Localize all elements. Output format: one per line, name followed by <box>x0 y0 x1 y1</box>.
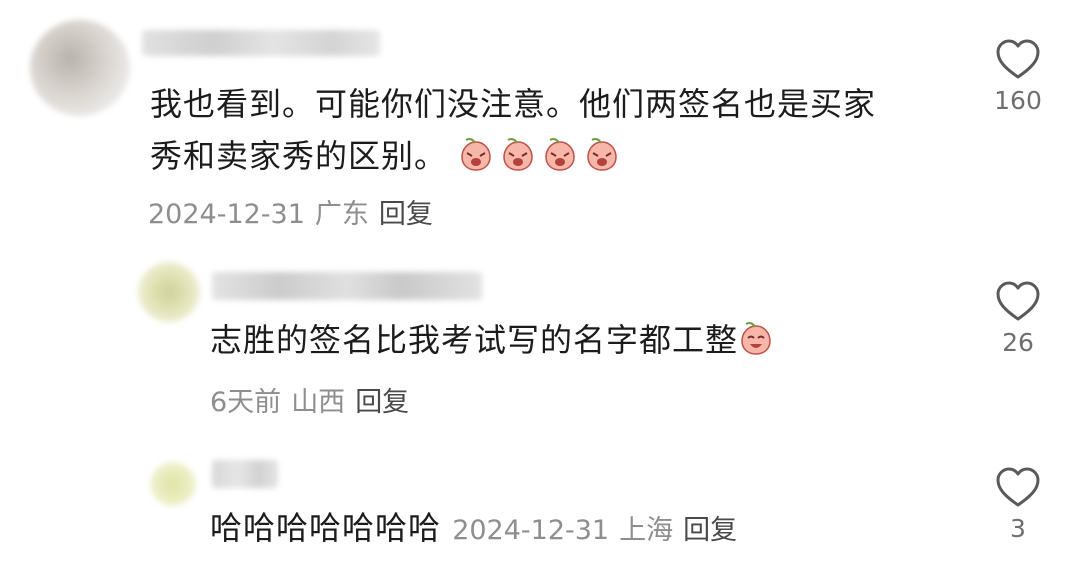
heart-outline-icon <box>996 467 1040 507</box>
comment-text-content: 哈哈哈哈哈哈哈 <box>210 509 442 547</box>
comment-text-line: 秀和卖家秀的区别。 <box>150 130 876 182</box>
comment-date: 2024-12-31 <box>452 515 610 546</box>
avatar[interactable] <box>150 462 196 506</box>
like-button[interactable]: 160 <box>978 38 1058 115</box>
comment-text-line-content: 秀和卖家秀的区别。 <box>150 137 448 175</box>
avatar[interactable] <box>30 20 130 116</box>
comment-meta: 6天前 山西 回复 <box>210 380 409 419</box>
like-count: 3 <box>1010 514 1026 543</box>
username-blurred[interactable] <box>212 272 482 300</box>
like-button[interactable]: 3 <box>978 466 1058 543</box>
comment-text-line: 我也看到。可能你们没注意。他们两签名也是买家 <box>150 85 877 123</box>
avatar[interactable] <box>138 262 200 322</box>
reply-button[interactable]: 回复 <box>379 199 433 230</box>
reply-button[interactable]: 回复 <box>355 387 409 418</box>
username-blurred[interactable] <box>142 30 380 56</box>
comment-text-content: 志胜的签名比我考试写的名字都工整 <box>210 321 739 359</box>
comment-date: 2024-12-31 <box>148 199 305 230</box>
comment-location: 山西 <box>291 387 346 418</box>
comment-text: 志胜的签名比我考试写的名字都工整 <box>210 314 780 366</box>
comment-location: 广东 <box>314 199 369 230</box>
reply-button[interactable]: 回复 <box>683 515 737 546</box>
heart-outline-icon <box>996 281 1040 321</box>
crying-peach-emoji <box>584 136 620 172</box>
username-blurred[interactable] <box>212 460 278 488</box>
comment-meta: 2024-12-31 广东 回复 <box>148 192 433 231</box>
crying-peach-emoji <box>500 136 536 172</box>
comment-meta: 2024-12-31 上海 回复 <box>452 515 737 546</box>
like-button[interactable]: 26 <box>978 280 1058 357</box>
comment-location: 上海 <box>619 515 674 546</box>
like-count: 160 <box>994 86 1042 115</box>
laughing-peach-emoji <box>738 320 774 356</box>
heart-outline-icon <box>996 39 1040 79</box>
comment-date: 6天前 <box>210 387 282 418</box>
crying-peach-emoji <box>542 136 578 172</box>
comment-text: 哈哈哈哈哈哈哈 2024-12-31 上海 回复 <box>210 502 737 557</box>
like-count: 26 <box>1002 328 1034 357</box>
crying-peach-emoji <box>458 136 494 172</box>
comment-text: 我也看到。可能你们没注意。他们两签名也是买家 秀和卖家秀的区别。 <box>150 78 876 182</box>
